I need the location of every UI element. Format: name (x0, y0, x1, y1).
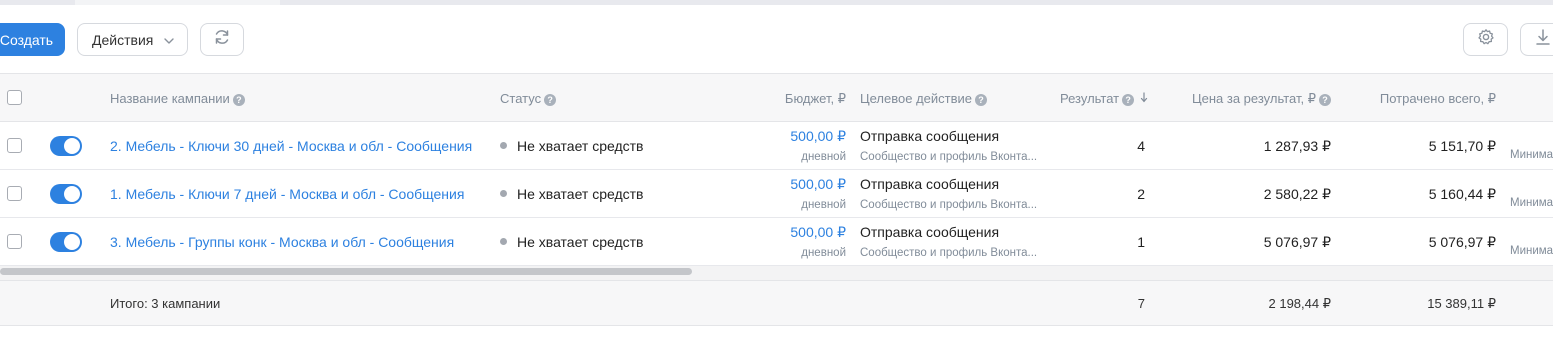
header-budget[interactable]: Бюджет, ₽ (740, 91, 846, 107)
status-text: Не хватает средств (517, 186, 644, 202)
extra-cell: Минима (1510, 149, 1553, 161)
horizontal-scrollbar[interactable] (0, 268, 692, 275)
gear-icon (1477, 28, 1495, 51)
help-icon[interactable]: ? (1319, 94, 1331, 106)
status-cell: Не хватает средств (500, 234, 644, 250)
target-action-sub: Сообщество и профиль Вконта... (860, 151, 1038, 163)
status-text: Не хватает средств (517, 234, 644, 250)
actions-dropdown[interactable]: Действия (77, 23, 188, 56)
table-row[interactable]: 1. Мебель - Ключи 7 дней - Москва и обл … (0, 170, 1553, 218)
status-text: Не хватает средств (517, 138, 644, 154)
header-name[interactable]: Название кампании? (110, 91, 245, 106)
actions-label: Действия (92, 31, 154, 48)
totals-spent: 15 389,11 ₽ (1427, 296, 1496, 311)
header-price-label: Цена за результат, ₽ (1192, 91, 1316, 106)
campaign-toggle[interactable] (50, 184, 82, 204)
top-tab-strip (0, 0, 1553, 5)
budget-value[interactable]: 500,00 ₽ (740, 176, 846, 193)
budget-value[interactable]: 500,00 ₽ (740, 128, 846, 145)
status-dot (500, 142, 507, 149)
budget-type: дневной (801, 199, 846, 211)
budget-type: дневной (801, 151, 846, 163)
price-value: 1 287,93 ₽ (1263, 138, 1331, 154)
header-price[interactable]: Цена за результат, ₽? (1150, 91, 1331, 107)
totals-label: Итого: 3 кампании (110, 296, 221, 311)
target-action: Отправка сообщения (860, 224, 1000, 240)
campaign-name-link[interactable]: 2. Мебель - Ключи 30 дней - Москва и обл… (110, 138, 472, 154)
sort-down-icon[interactable] (1140, 91, 1148, 106)
budget-value[interactable]: 500,00 ₽ (740, 224, 846, 241)
header-target[interactable]: Целевое действие? (860, 91, 987, 106)
extra-cell: Минима (1510, 197, 1553, 209)
header-result[interactable]: Результат? (1060, 91, 1148, 106)
result-value: 1 (1137, 234, 1145, 250)
campaign-toggle[interactable] (50, 136, 82, 156)
status-dot (500, 190, 507, 197)
header-budget-label: Бюджет, ₽ (784, 91, 846, 106)
price-value: 5 076,97 ₽ (1263, 234, 1331, 250)
select-all-checkbox[interactable] (7, 90, 22, 105)
help-icon[interactable]: ? (975, 94, 987, 106)
table-header: Название кампании? Статус? Бюджет, ₽ Цел… (0, 73, 1553, 122)
status-cell: Не хватает средств (500, 138, 644, 154)
campaign-toggle[interactable] (50, 232, 82, 252)
table-row[interactable]: 3. Мебель - Группы конк - Москва и обл -… (0, 218, 1553, 266)
download-button[interactable] (1520, 23, 1553, 56)
extra-cell: Минима (1510, 245, 1553, 257)
status-dot (500, 238, 507, 245)
result-value: 2 (1137, 186, 1145, 202)
toolbar: Создать Действия (0, 22, 1553, 58)
help-icon[interactable]: ? (232, 94, 245, 106)
header-spent-label: Потрачено всего, ₽ (1379, 91, 1496, 106)
target-action: Отправка сообщения (860, 176, 1000, 192)
totals-row: Итого: 3 кампании 7 2 198,44 ₽ 15 389,11… (0, 280, 1553, 326)
top-tab-segment (75, 0, 280, 5)
header-name-label: Название кампании (110, 91, 230, 106)
spent-value: 5 151,70 ₽ (1428, 138, 1496, 154)
spent-value: 5 076,97 ₽ (1428, 234, 1496, 250)
status-cell: Не хватает средств (500, 186, 644, 202)
create-button[interactable]: Создать (0, 23, 65, 56)
help-icon[interactable]: ? (544, 94, 557, 106)
chevron-down-icon (163, 34, 175, 50)
budget-type: дневной (801, 247, 846, 259)
header-spent[interactable]: Потрачено всего, ₽ (1340, 91, 1496, 107)
row-checkbox[interactable] (7, 138, 22, 153)
spent-value: 5 160,44 ₽ (1428, 186, 1496, 202)
row-checkbox[interactable] (7, 234, 22, 249)
header-target-label: Целевое действие (860, 91, 972, 106)
table-row[interactable]: 2. Мебель - Ключи 30 дней - Москва и обл… (0, 122, 1553, 170)
target-action-sub: Сообщество и профиль Вконта... (860, 199, 1038, 211)
totals-price: 2 198,44 ₽ (1268, 296, 1332, 311)
refresh-button[interactable] (200, 23, 244, 56)
target-action-sub: Сообщество и профиль Вконта... (860, 247, 1038, 259)
settings-button[interactable] (1463, 23, 1508, 56)
help-icon[interactable]: ? (1122, 94, 1135, 106)
header-status-label: Статус (500, 91, 542, 106)
result-value: 4 (1137, 138, 1145, 154)
campaign-name-link[interactable]: 1. Мебель - Ключи 7 дней - Москва и обл … (110, 186, 464, 202)
header-result-label: Результат (1060, 91, 1120, 106)
campaign-name-link[interactable]: 3. Мебель - Группы конк - Москва и обл -… (110, 234, 454, 250)
totals-result: 7 (1137, 296, 1145, 311)
row-checkbox[interactable] (7, 186, 22, 201)
target-action: Отправка сообщения (860, 128, 1000, 144)
price-value: 2 580,22 ₽ (1263, 186, 1331, 202)
header-status[interactable]: Статус? (500, 91, 557, 106)
download-icon (1535, 28, 1551, 51)
refresh-icon (212, 27, 232, 52)
